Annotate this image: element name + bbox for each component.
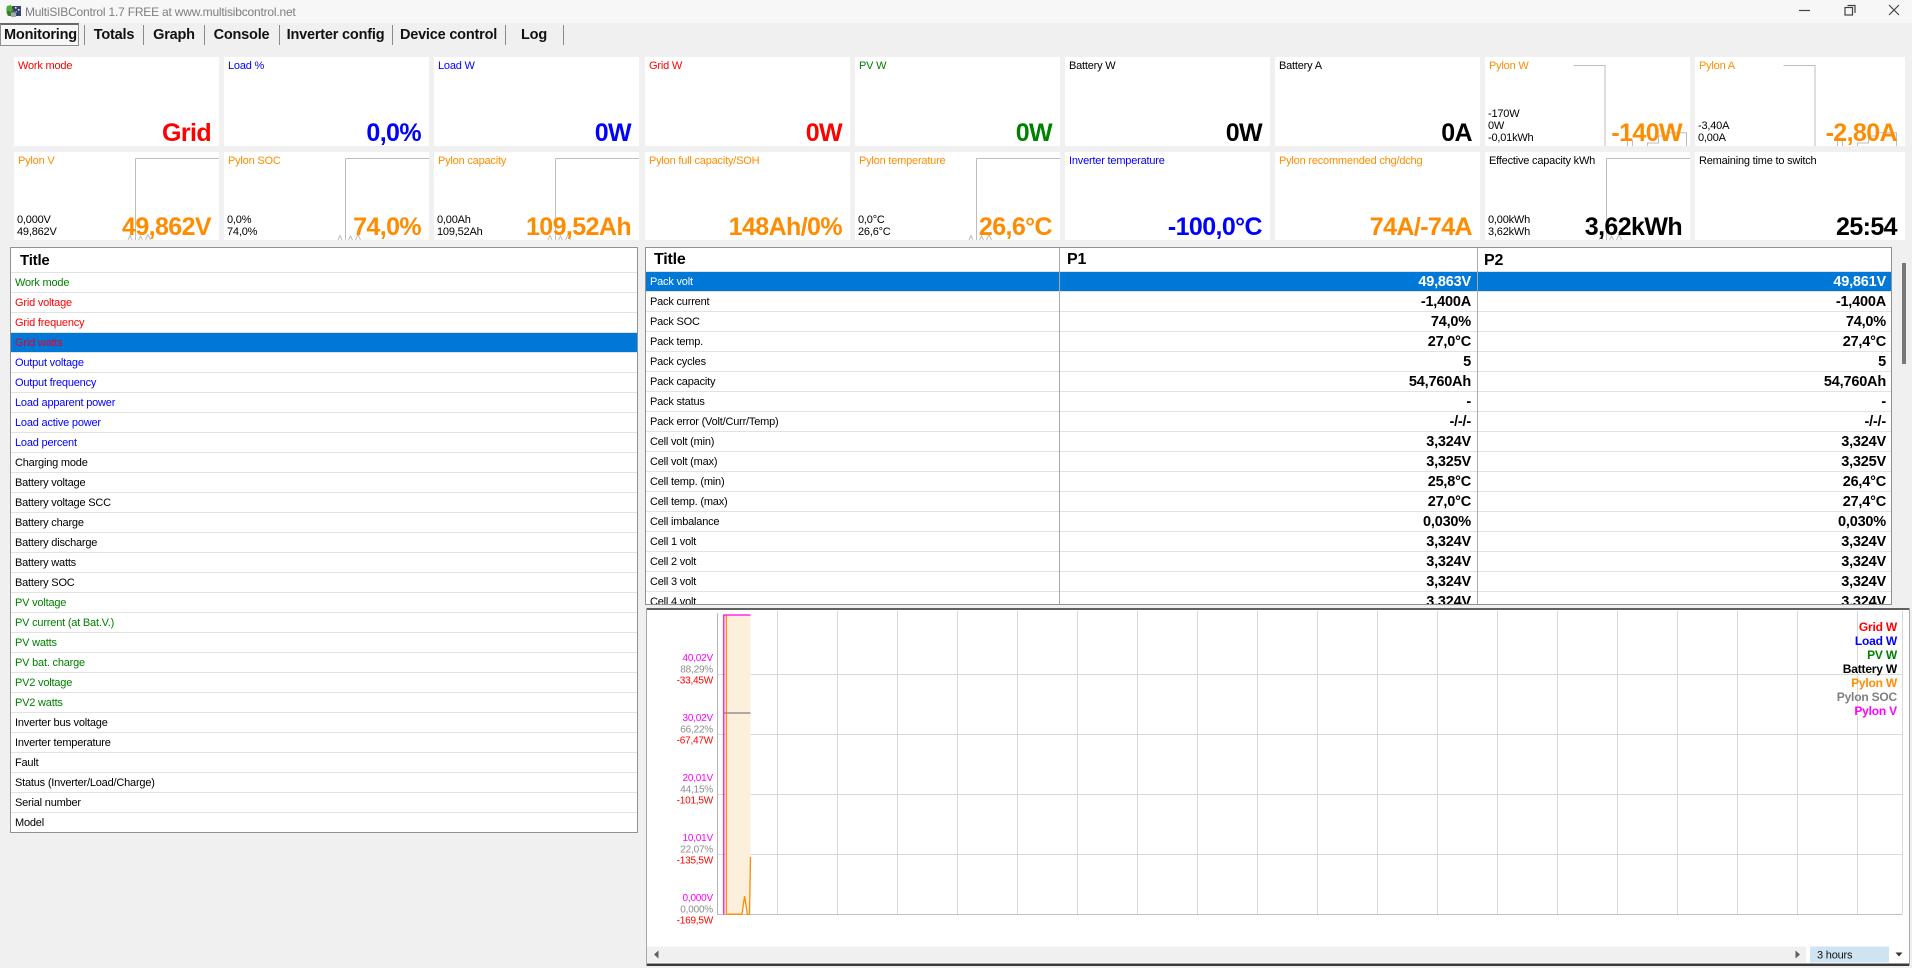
svg-text:0,000%: 0,000% — [680, 905, 713, 916]
svg-text:Load W: Load W — [1855, 634, 1898, 648]
svg-text:Pylon W: Pylon W — [1851, 676, 1898, 690]
svg-text:88,29%: 88,29% — [680, 665, 713, 676]
svg-text:66,22%: 66,22% — [680, 725, 713, 736]
svg-text:Pylon SOC: Pylon SOC — [1837, 690, 1898, 704]
svg-text:40,02V: 40,02V — [683, 653, 714, 664]
svg-text:-33,45W: -33,45W — [677, 676, 714, 687]
svg-text:-101,5W: -101,5W — [677, 796, 714, 807]
svg-text:10,01V: 10,01V — [683, 833, 714, 844]
svg-text:22,07%: 22,07% — [680, 845, 713, 856]
svg-text:-135,5W: -135,5W — [677, 856, 714, 867]
svg-text:PV W: PV W — [1867, 648, 1898, 662]
svg-text:44,15%: 44,15% — [680, 785, 713, 796]
svg-text:0,000V: 0,000V — [683, 893, 714, 904]
svg-text:3 hours: 3 hours — [1817, 950, 1853, 962]
svg-text:Grid W: Grid W — [1859, 620, 1898, 634]
svg-text:20,01V: 20,01V — [683, 773, 714, 784]
svg-text:-169,5W: -169,5W — [677, 916, 714, 927]
svg-text:Battery W: Battery W — [1843, 662, 1898, 676]
svg-text:30,02V: 30,02V — [683, 713, 714, 724]
svg-text:-67,47W: -67,47W — [677, 736, 714, 747]
svg-text:Pylon V: Pylon V — [1854, 704, 1897, 718]
